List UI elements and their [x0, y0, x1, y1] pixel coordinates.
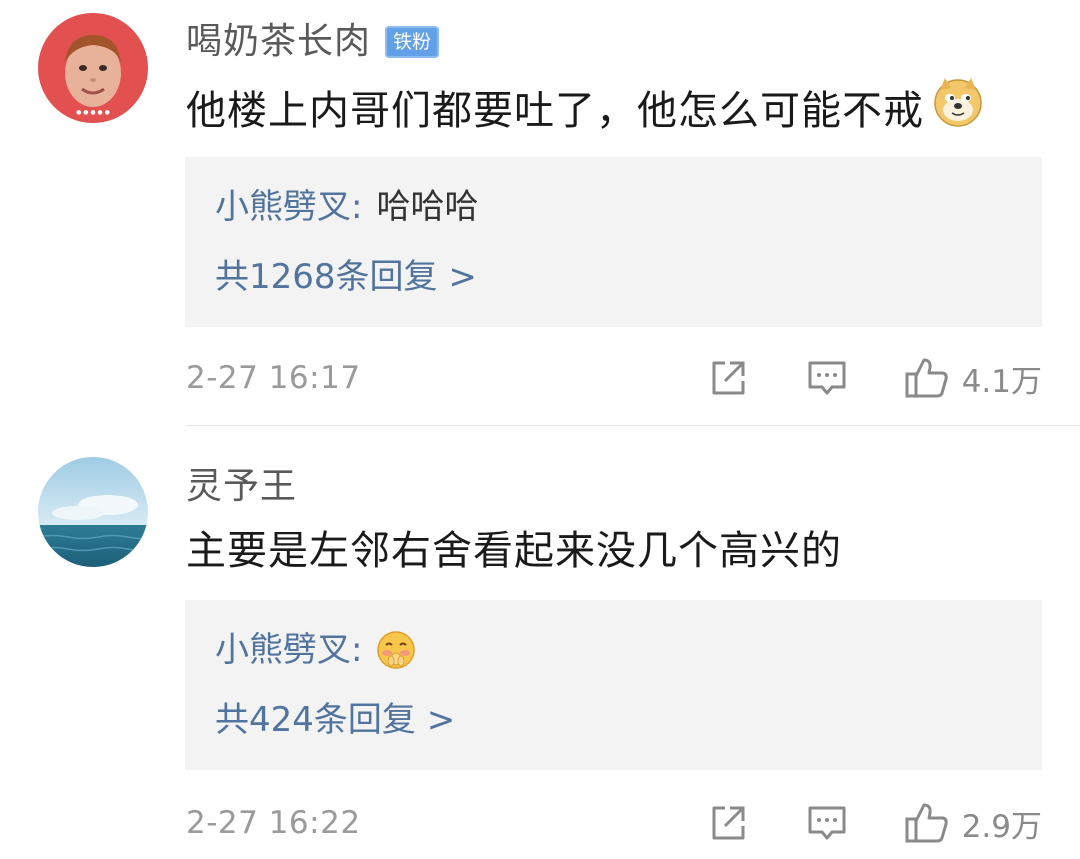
view-replies-link[interactable]: 共424条回复 > — [215, 696, 455, 744]
shy-face-emoji-icon — [376, 630, 416, 670]
username[interactable]: 喝奶茶长肉 — [186, 17, 371, 67]
reply-preview[interactable]: 小熊劈叉: 共424条回复 > — [185, 600, 1042, 770]
timestamp: 2-27 16:17 — [186, 360, 361, 396]
fan-badge[interactable]: 铁粉 — [385, 26, 440, 58]
comment-body: 主要是左邻右舍看起来没几个高兴的 — [186, 528, 842, 574]
share-icon — [712, 806, 745, 840]
reply-button[interactable] — [806, 803, 848, 843]
like-button[interactable]: 4.1万 — [904, 356, 1042, 401]
reply-button[interactable] — [806, 358, 848, 398]
reply-preview-line: 小熊劈叉: 哈哈哈 — [215, 183, 478, 231]
comment-icon — [808, 806, 846, 840]
comment-body: 他楼上内哥们都要吐了，他怎么可能不戒 — [186, 87, 924, 134]
comment-item: ● ● ● ● ● 喝奶茶长肉 铁粉 他楼上内哥们都要吐了，他怎么可能不戒 小熊… — [0, 0, 1080, 425]
username[interactable]: 灵予王 — [186, 462, 297, 512]
child-face-avatar-icon: ● ● ● ● ● — [38, 13, 148, 123]
comment-text: 主要是左邻右舍看起来没几个高兴的 — [186, 521, 842, 581]
reply-count-line: 共424条回复 > — [215, 696, 455, 744]
action-bar: 2.9万 — [708, 799, 1042, 847]
avatar[interactable]: ● ● ● ● ● — [38, 13, 148, 123]
doge-emoji-icon — [932, 76, 984, 145]
like-count: 2.9万 — [961, 808, 1042, 845]
reply-author[interactable]: 小熊劈叉: — [215, 183, 362, 231]
share-icon — [712, 361, 745, 395]
comment-icon — [808, 361, 846, 395]
reply-author[interactable]: 小熊劈叉: — [215, 626, 362, 674]
share-button[interactable] — [708, 803, 748, 843]
comment-footer: 2-27 16:22 2.9万 — [186, 799, 1042, 847]
like-count: 4.1万 — [961, 363, 1042, 400]
comment-text: 他楼上内哥们都要吐了，他怎么可能不戒 — [186, 76, 984, 145]
reply-preview[interactable]: 小熊劈叉: 哈哈哈 共1268条回复 > — [185, 157, 1042, 327]
comment-header: 灵予王 — [186, 462, 297, 512]
comment-header: 喝奶茶长肉 铁粉 — [186, 17, 440, 67]
svg-text:● ● ● ● ●: ● ● ● ● ● — [76, 109, 110, 116]
view-replies-link[interactable]: 共1268条回复 > — [215, 253, 477, 301]
like-icon — [905, 803, 948, 843]
reply-count-line: 共1268条回复 > — [215, 253, 477, 301]
like-icon — [905, 358, 948, 398]
reply-preview-line: 小熊劈叉: — [215, 626, 416, 674]
reply-text: 哈哈哈 — [376, 187, 479, 227]
comment-footer: 2-27 16:17 4.1万 — [186, 354, 1042, 402]
share-button[interactable] — [708, 358, 748, 398]
avatar[interactable] — [38, 457, 148, 567]
sea-sky-avatar-icon — [38, 457, 148, 567]
like-button[interactable]: 2.9万 — [904, 801, 1042, 846]
comment-item: 灵予王 主要是左邻右舍看起来没几个高兴的 小熊劈叉: 共424条回复 > 2-2… — [0, 426, 1080, 859]
timestamp: 2-27 16:22 — [186, 805, 361, 841]
action-bar: 4.1万 — [708, 354, 1042, 402]
